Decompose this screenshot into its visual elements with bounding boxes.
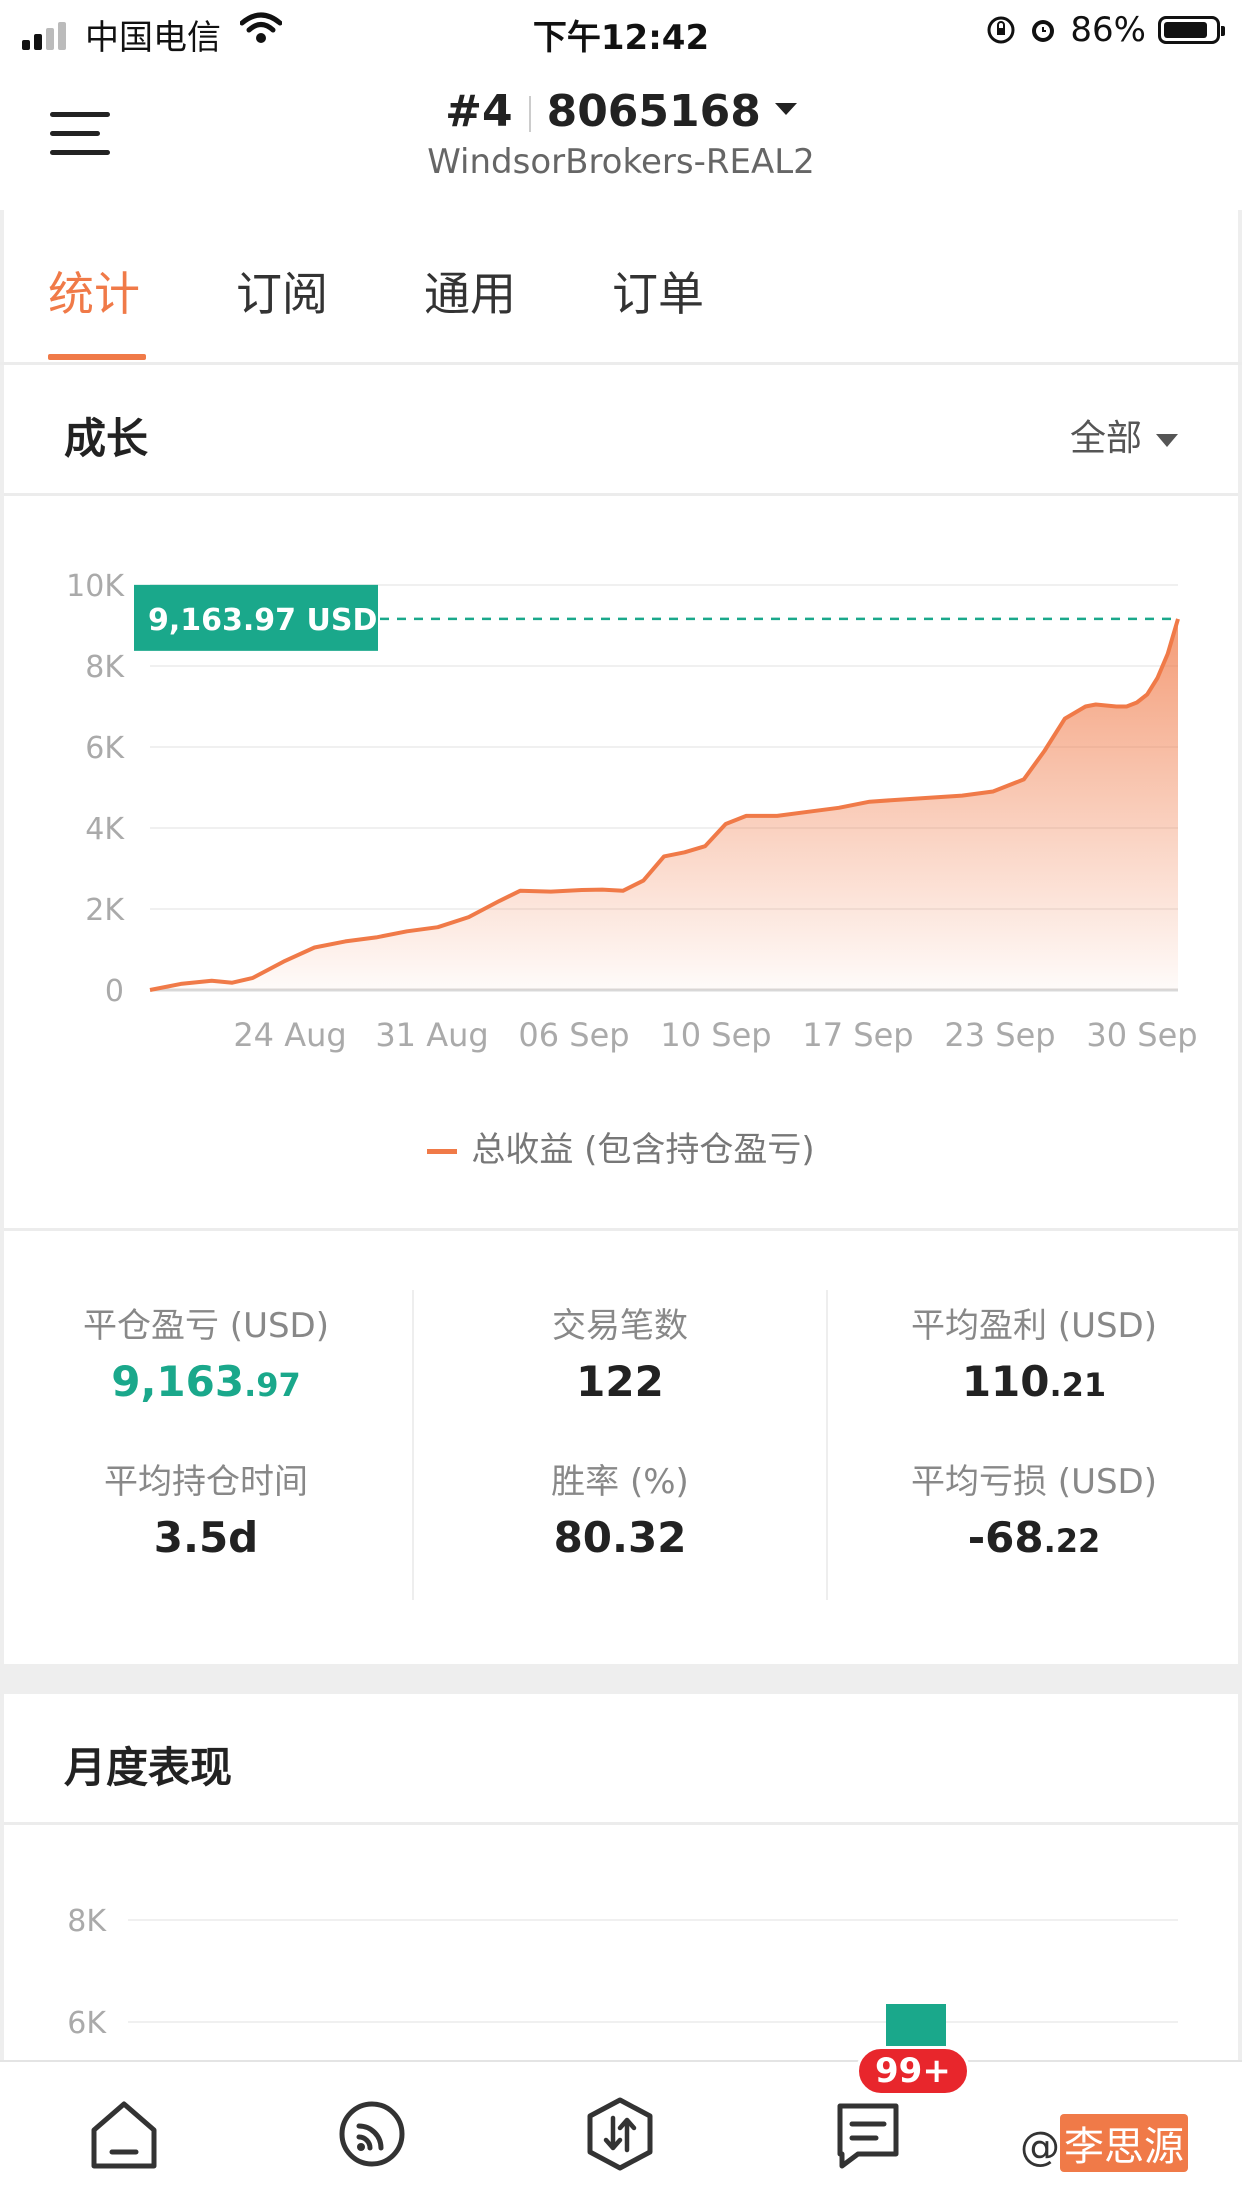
growth-header: 成长 全部 — [4, 365, 1238, 496]
stat-value: 110.21 — [961, 1357, 1107, 1406]
tab-subscribe[interactable]: 订阅 — [236, 258, 328, 324]
chevron-down-icon — [1156, 433, 1178, 447]
unread-badge: 99+ — [856, 2046, 970, 2096]
stat-value: 122 — [576, 1357, 664, 1406]
chevron-down-icon — [774, 103, 797, 115]
stat-value: 80.32 — [553, 1513, 687, 1562]
x-tick-label: 10 Sep — [660, 1016, 771, 1054]
tab-statistics[interactable]: 统计 — [48, 258, 140, 324]
divider — [412, 1290, 414, 1600]
legend-label: 总收益 (包含持仓盈亏) — [471, 1130, 815, 1170]
stat-avg-loss: 平均亏损 (USD) -68.22 — [834, 1454, 1234, 1562]
range-label: 全部 — [1069, 418, 1142, 459]
x-tick-label: 24 Aug — [233, 1016, 346, 1054]
app-header: #4 8065168 WindsorBrokers-REAL2 — [0, 64, 1242, 210]
nav-trade[interactable] — [580, 2094, 660, 2174]
stat-label: 平均盈利 (USD) — [911, 1306, 1157, 1346]
stat-trade-count: 交易笔数 122 — [420, 1298, 820, 1406]
nav-messages[interactable] — [828, 2094, 908, 2174]
x-tick-label: 23 Sep — [944, 1016, 1055, 1054]
y-tick-label: 6K — [85, 731, 125, 766]
tab-bar: 统计 订阅 通用 订单 — [0, 210, 1242, 365]
alarm-icon — [1032, 20, 1055, 42]
trade-icon — [587, 2097, 653, 2171]
battery-icon — [1158, 16, 1225, 44]
y-tick-label: 2K — [85, 893, 125, 928]
account-index: #4 — [445, 86, 513, 137]
nav-signals[interactable] — [332, 2094, 412, 2174]
range-dropdown[interactable]: 全部 — [1070, 409, 1178, 461]
account-number: 8065168 — [546, 86, 761, 137]
stat-closed-pnl: 平仓盈亏 (USD) 9,163.97 — [6, 1298, 406, 1406]
stat-win-rate: 胜率 (%) 80.32 — [420, 1454, 820, 1562]
current-value-tag: 9,163.97 USD — [134, 584, 378, 651]
account-selector[interactable]: #4 8065168 — [0, 86, 1242, 137]
section-gap — [4, 1664, 1238, 1694]
message-icon — [837, 2103, 899, 2169]
battery-percent: 86% — [1070, 10, 1146, 50]
y-tick-label: 8K — [67, 1904, 107, 1939]
current-value-label: 9,163.97 USD — [148, 603, 377, 638]
x-tick-label: 30 Sep — [1086, 1016, 1197, 1054]
x-tick-label: 31 Aug — [375, 1016, 488, 1054]
status-bar: 中国电信 下午12:42 86% — [0, 0, 1242, 64]
stat-label: 平均持仓时间 — [104, 1462, 308, 1502]
y-tick-label: 0 — [105, 974, 124, 1009]
active-tab-indicator — [48, 354, 146, 360]
signal-feed-icon — [339, 2101, 405, 2167]
section-title: 成长 — [64, 414, 149, 463]
tab-general[interactable]: 通用 — [424, 258, 516, 324]
divider — [4, 1228, 1238, 1231]
growth-area — [150, 618, 1178, 990]
x-tick-label: 06 Sep — [518, 1016, 629, 1054]
chart-legend: 总收益 (包含持仓盈亏) — [0, 1122, 1242, 1171]
watermark: @ 李思源 — [1020, 2114, 1188, 2172]
stats-grid: 平仓盈亏 (USD) 9,163.97 交易笔数 122 平均盈利 (USD) … — [0, 1270, 1242, 1610]
y-tick-label: 10K — [66, 569, 125, 604]
legend-swatch — [427, 1149, 458, 1154]
monthly-header: 月度表现 — [4, 1694, 1238, 1825]
divider — [826, 1290, 828, 1600]
stat-value: 3.5d — [153, 1513, 259, 1562]
stat-label: 平均亏损 (USD) — [911, 1462, 1157, 1502]
section-title: 月度表现 — [64, 1743, 233, 1792]
stat-value: 9,163.97 — [111, 1357, 301, 1406]
monthly-chart: 6K 8K — [67, 1904, 1178, 2060]
stat-value: -68.22 — [967, 1513, 1101, 1562]
tab-orders[interactable]: 订单 — [612, 258, 704, 324]
x-tick-label: 17 Sep — [802, 1016, 913, 1054]
stat-label: 平仓盈亏 (USD) — [83, 1306, 329, 1346]
orientation-lock-icon — [987, 16, 1015, 44]
server-name: WindsorBrokers-REAL2 — [427, 142, 815, 182]
stat-avg-hold-time: 平均持仓时间 3.5d — [6, 1454, 406, 1562]
stat-label: 交易笔数 — [552, 1306, 688, 1346]
y-tick-label: 6K — [67, 2006, 107, 2041]
home-icon — [91, 2101, 157, 2169]
nav-home[interactable] — [84, 2094, 164, 2174]
stat-avg-profit: 平均盈利 (USD) 110.21 — [834, 1298, 1234, 1406]
growth-chart: 0 2K 4K 6K 8K 10K 24 Aug 31 Aug 06 Sep 10 Sep 17 … — [66, 569, 1197, 1054]
stat-label: 胜率 (%) — [551, 1462, 689, 1502]
y-tick-label: 4K — [85, 812, 125, 847]
y-tick-label: 8K — [85, 650, 125, 685]
